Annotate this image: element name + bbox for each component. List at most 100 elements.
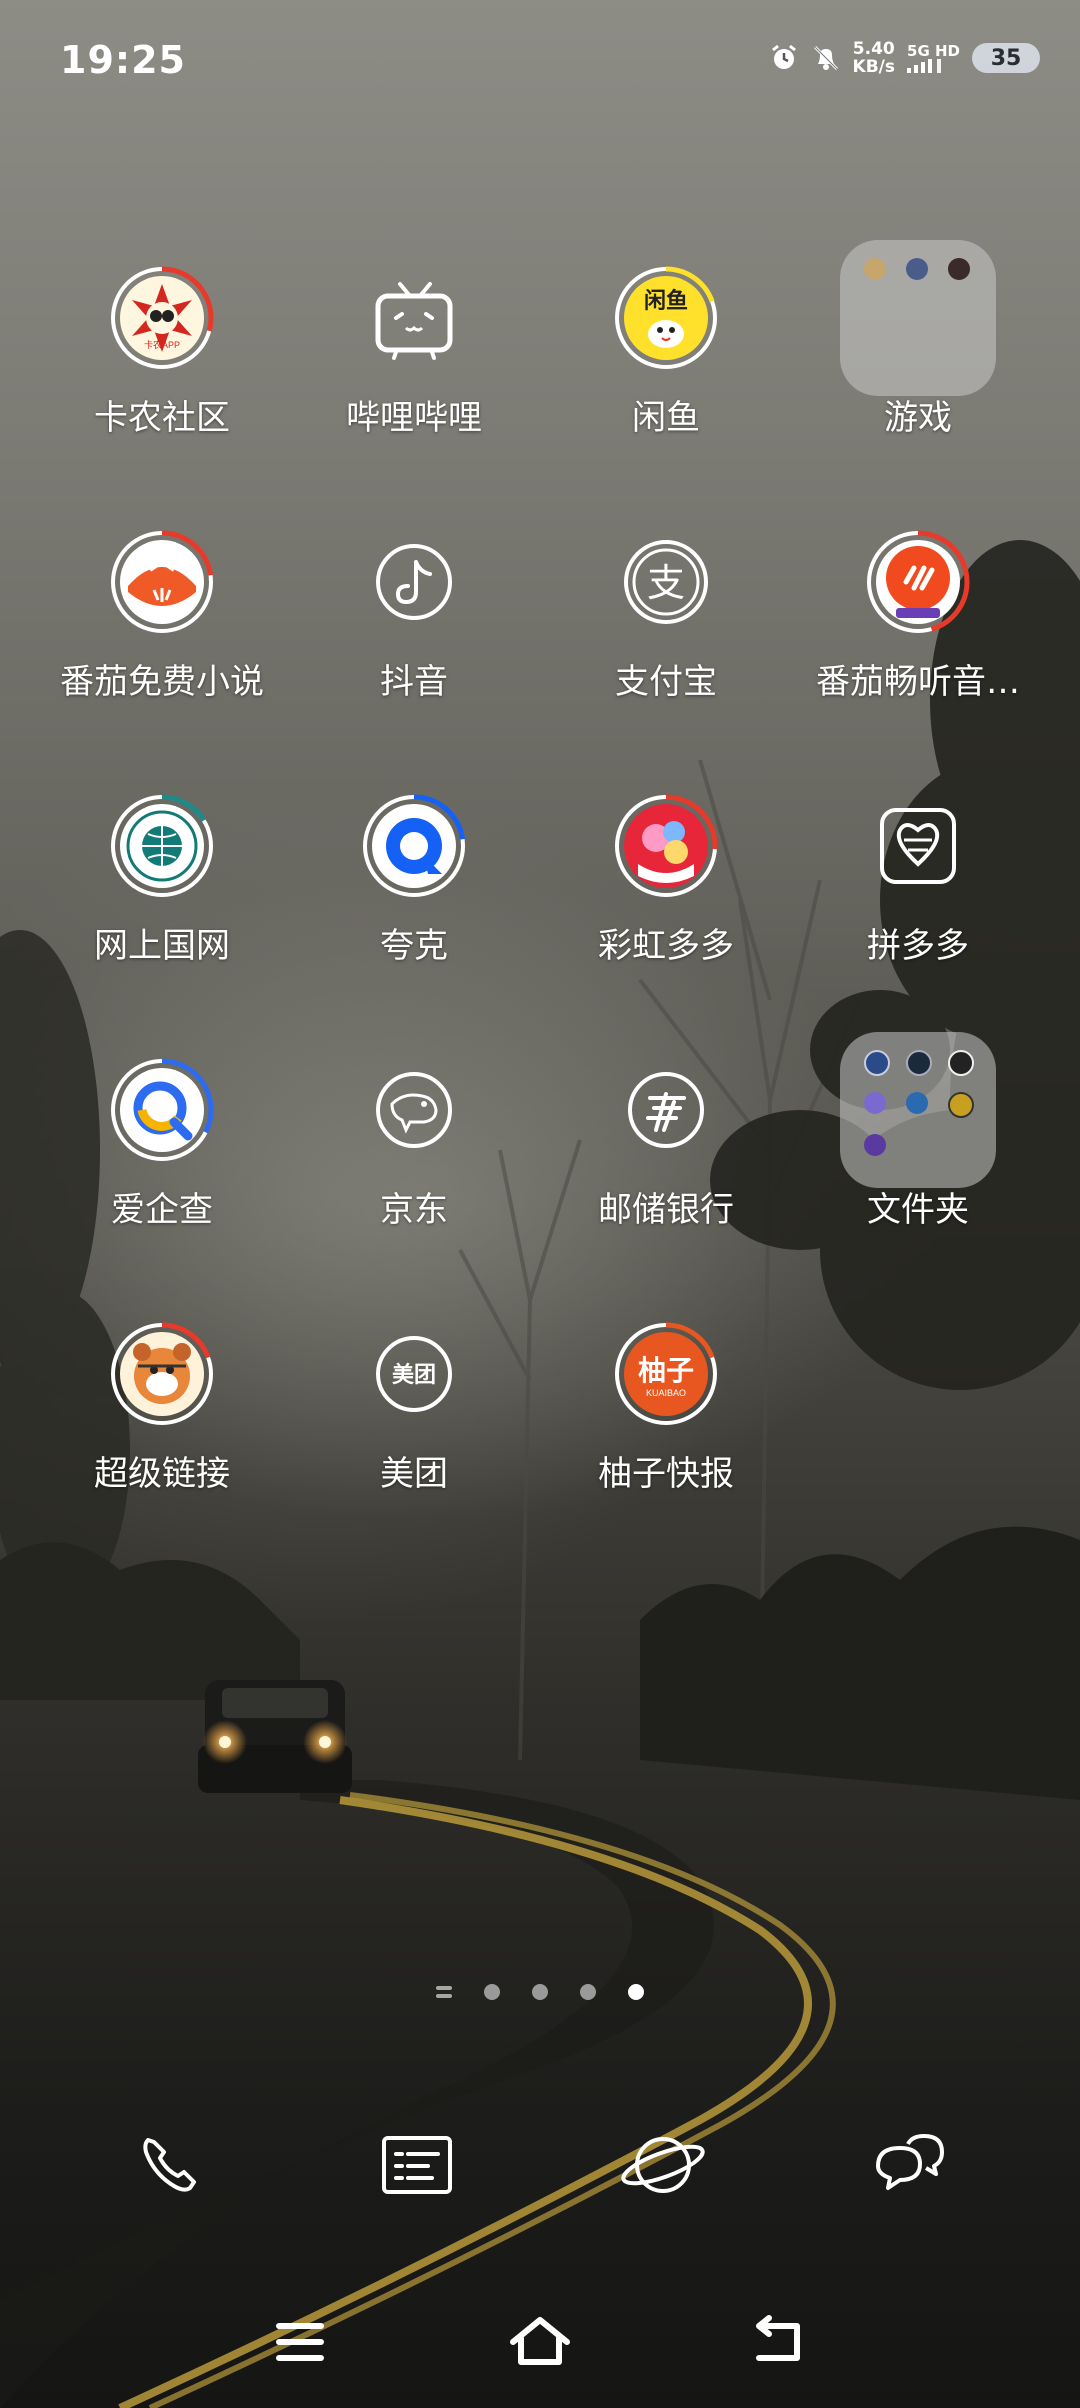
page-dot[interactable] [532,1984,548,2000]
app-super-link[interactable]: 超级链接 [36,1322,288,1494]
bilibili-icon [375,282,453,360]
app-label: 抖音 [380,662,448,702]
notes-icon [382,2136,452,2194]
network-type: 5G HD [907,43,960,73]
page-dot-active[interactable] [628,1984,644,2000]
app-xianyu[interactable]: 闲鱼 闲鱼 [540,266,792,438]
back-icon [756,2315,800,2361]
app-label: 超级链接 [94,1454,230,1494]
mini-app-icon [864,1092,886,1114]
app-douyin[interactable]: 抖音 [288,530,540,702]
alipay-icon: 支 [624,540,708,624]
app-bilibili[interactable]: 哔哩哔哩 [288,266,540,438]
app-jd[interactable]: 京东 [288,1058,540,1230]
nav-back[interactable] [745,2312,815,2372]
state-grid-icon [110,794,214,898]
messages-icon [876,2134,944,2190]
app-alipay[interactable]: 支 支付宝 [540,530,792,702]
xianyu-icon: 闲鱼 [614,266,718,370]
app-label: 彩虹多多 [598,926,734,966]
dock-browser[interactable] [618,2120,708,2210]
folder-label: 游戏 [884,398,952,438]
app-label: 支付宝 [615,662,717,702]
browser-icon [621,2137,705,2193]
app-label: 番茄免费小说 [60,662,264,702]
app-fanqie-novel[interactable]: 番茄免费小说 [36,530,288,702]
app-label: 京东 [380,1190,448,1230]
menu-icon [276,2323,324,2361]
app-label: 美团 [380,1454,448,1494]
super-link-icon [110,1322,214,1426]
folder-label: 文件夹 [867,1190,969,1230]
mini-app-icon [864,1050,890,1076]
folder-icon [840,1032,996,1188]
app-label: 夸克 [380,926,448,966]
nav-home[interactable] [505,2312,575,2372]
battery-indicator: 35 [972,43,1040,73]
app-psbc[interactable]: 邮储银行 [540,1058,792,1230]
page-dot[interactable] [484,1984,500,2000]
app-meituan[interactable]: 美团 美团 [288,1322,540,1494]
bell-off-icon [813,45,838,71]
svg-text:柚子: 柚子 [638,1354,694,1387]
app-label: 拼多多 [867,926,969,966]
svg-text:支: 支 [647,561,685,605]
app-label: 哔哩哔哩 [346,398,482,438]
mini-app-icon [948,258,970,280]
app-quark[interactable]: 夸克 [288,794,540,966]
phone-icon [143,2138,196,2192]
dock-phone[interactable] [126,2120,216,2210]
network-speed: 5.40 KB/s [852,39,896,77]
pinduoduo-icon [880,808,956,884]
aiqicha-icon [110,1058,214,1162]
app-label: 爱企查 [111,1190,213,1230]
app-label: 邮储银行 [598,1190,734,1230]
nav-menu[interactable] [265,2312,335,2372]
app-youzi[interactable]: 柚子 KUAIBAO 柚子快报 [540,1322,792,1494]
app-kanong[interactable]: 卡农APP 卡农社区 [36,266,288,438]
folder-icon [840,240,996,396]
mini-app-icon [864,258,886,280]
app-label: 闲鱼 [632,398,700,438]
quark-icon [362,794,466,898]
meituan-icon: 美团 [376,1336,452,1412]
page-indicator [0,1984,1080,2000]
mini-app-icon [906,1050,932,1076]
svg-text:卡农APP: 卡农APP [144,339,180,350]
douyin-icon [376,544,452,620]
fanqie-novel-icon [110,530,214,634]
app-state-grid[interactable]: 网上国网 [36,794,288,966]
alarm-icon [771,44,796,69]
psbc-icon [628,1072,704,1148]
folder-files[interactable]: 文件夹 [792,1032,1044,1230]
signal-icon [907,59,942,73]
mini-app-icon [948,1092,974,1118]
svg-text:闲鱼: 闲鱼 [644,288,688,314]
mini-app-icon [864,1134,886,1156]
home-icon [510,2317,570,2365]
clock: 19:25 [60,38,186,82]
app-pinduoduo[interactable]: 拼多多 [792,794,1044,966]
fanqie-listen-icon [866,530,970,634]
dock-notes[interactable] [372,2120,462,2210]
kanong-icon: 卡农APP [110,266,214,370]
app-label: 卡农社区 [94,398,230,438]
app-label: 柚子快报 [598,1454,734,1494]
app-rainbow-duoduo[interactable]: 彩虹多多 [540,794,792,966]
folder-games[interactable]: 游戏 [792,240,1044,438]
page-list-icon[interactable] [436,1986,452,1998]
mini-app-icon [906,258,928,280]
youzi-icon: 柚子 KUAIBAO [614,1322,718,1426]
svg-text:KUAIBAO: KUAIBAO [646,1388,686,1398]
app-label: 网上国网 [94,926,230,966]
jd-icon [376,1072,452,1148]
app-fanqie-listen[interactable]: 番茄畅听音… [792,530,1044,702]
mini-app-icon [906,1092,928,1114]
rainbow-duoduo-icon [614,794,718,898]
status-bar: 19:25 5.40 KB/s 5G HD 35 [0,0,1080,120]
svg-text:美团: 美团 [392,1362,436,1388]
dock-messages[interactable] [864,2120,954,2210]
app-aiqicha[interactable]: 爱企查 [36,1058,288,1230]
app-label: 番茄畅听音… [816,662,1020,702]
page-dot[interactable] [580,1984,596,2000]
